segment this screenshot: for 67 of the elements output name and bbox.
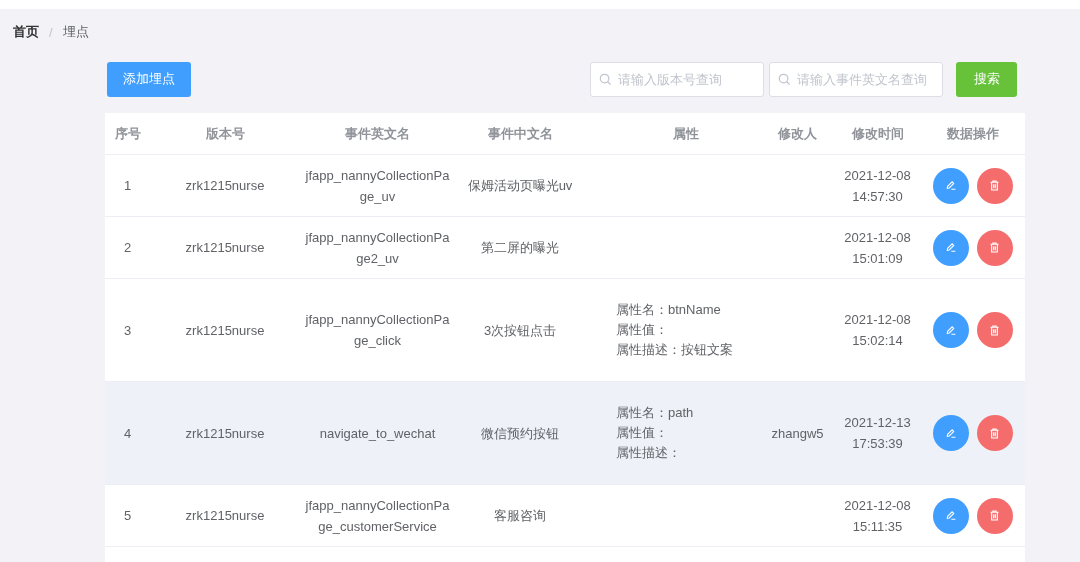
table-cell-text: 2021-12-13 17:53:39 (843, 414, 912, 453)
add-button[interactable]: 添加埋点 (107, 61, 191, 97)
table-cell-text: zrk1215nurse (185, 507, 265, 525)
table-cell-text: jfapp_nannyCollectionPage_uv (305, 166, 450, 206)
table-cell-text: 4 (123, 424, 132, 443)
table-cell-text: 微信预约按钮 (481, 424, 559, 443)
column-header: 事件英文名 (345, 124, 410, 143)
table-cell-text: 2021-12-08 15:02:14 (843, 311, 912, 350)
edit-icon (944, 179, 957, 192)
table-cell-text: 2021-12-08 14:57:30 (843, 166, 912, 206)
column-header: 版本号 (205, 124, 245, 143)
table-cell-text: navigate_to_wechat (318, 424, 437, 443)
edit-button[interactable] (932, 312, 969, 348)
attribute-line: 属性值： (616, 424, 669, 442)
attribute-line: 属性描述： (616, 444, 682, 462)
table-cell-text: 5 (123, 507, 132, 525)
column-header: 事件中文名 (487, 124, 553, 143)
table-cell-text: 保姆活动页曝光uv (467, 177, 573, 195)
table-cell-text: 2021-12-08 15:11:35 (843, 496, 912, 536)
search-field[interactable]: 请输入事件英文名查询 (769, 61, 943, 97)
breadcrumb-item: 埋点 (62, 23, 89, 41)
table-cell-text: 3 (123, 321, 132, 340)
table-cell-text: zrk1215nurse (185, 424, 265, 443)
table-cell-text: jfapp_nannyCollectionPage2_uv (305, 228, 450, 268)
table-cell-text: 客服咨询 (494, 507, 546, 525)
delete-button[interactable] (976, 312, 1013, 348)
table-cell-text: jfapp_nannyCollectionPage_click (305, 311, 450, 350)
edit-icon (944, 241, 957, 254)
search-field[interactable]: 请输入版本号查询 (590, 61, 764, 97)
column-header: 序号 (115, 124, 141, 143)
table-cell-text: zrk1215nurse (185, 321, 265, 340)
trash-icon (988, 426, 1001, 440)
attribute-line: 属性值： (616, 321, 669, 339)
attribute-line: 属性名：path (616, 404, 694, 422)
column-header: 数据操作 (946, 124, 999, 143)
edit-button[interactable] (932, 415, 969, 451)
trash-icon (988, 509, 1001, 522)
breadcrumb-item[interactable]: 首页 (13, 23, 39, 41)
delete-button[interactable] (976, 167, 1013, 204)
trash-icon (988, 323, 1001, 337)
table-cell-text: 1 (123, 177, 132, 195)
table-cell-text: jfapp_nannyCollectionPage_customerService (305, 496, 450, 536)
trash-icon (988, 241, 1001, 254)
table-cell-text: zhangw5 (771, 424, 824, 443)
edit-icon (944, 323, 957, 337)
edit-icon (944, 426, 957, 440)
edit-icon (944, 509, 957, 522)
trash-icon (988, 179, 1001, 192)
edit-button[interactable] (932, 229, 969, 266)
table-cell-text: 第二屏的曝光 (481, 239, 559, 257)
table-cell-text: 2021-12-08 15:01:09 (843, 228, 912, 268)
delete-button[interactable] (976, 229, 1013, 266)
column-header: 修改时间 (851, 124, 904, 143)
edit-button[interactable] (932, 167, 969, 204)
delete-button[interactable] (976, 497, 1013, 534)
column-header: 修改人 (778, 124, 817, 143)
breadcrumb-separator: / (49, 24, 53, 40)
table-cell-text: zrk1215nurse (185, 239, 265, 257)
delete-button[interactable] (976, 415, 1013, 451)
attribute-line: 属性描述：按钮文案 (616, 341, 733, 359)
column-header: 属性 (672, 124, 699, 143)
edit-button[interactable] (932, 497, 969, 534)
table-cell-text: zrk1215nurse (185, 177, 265, 195)
attribute-line: 属性名：btnName (616, 301, 722, 319)
table-cell-text: 2 (123, 239, 132, 257)
search-button[interactable]: 搜索 (956, 61, 1017, 97)
table-cell-text: 3次按钮点击 (483, 321, 557, 340)
